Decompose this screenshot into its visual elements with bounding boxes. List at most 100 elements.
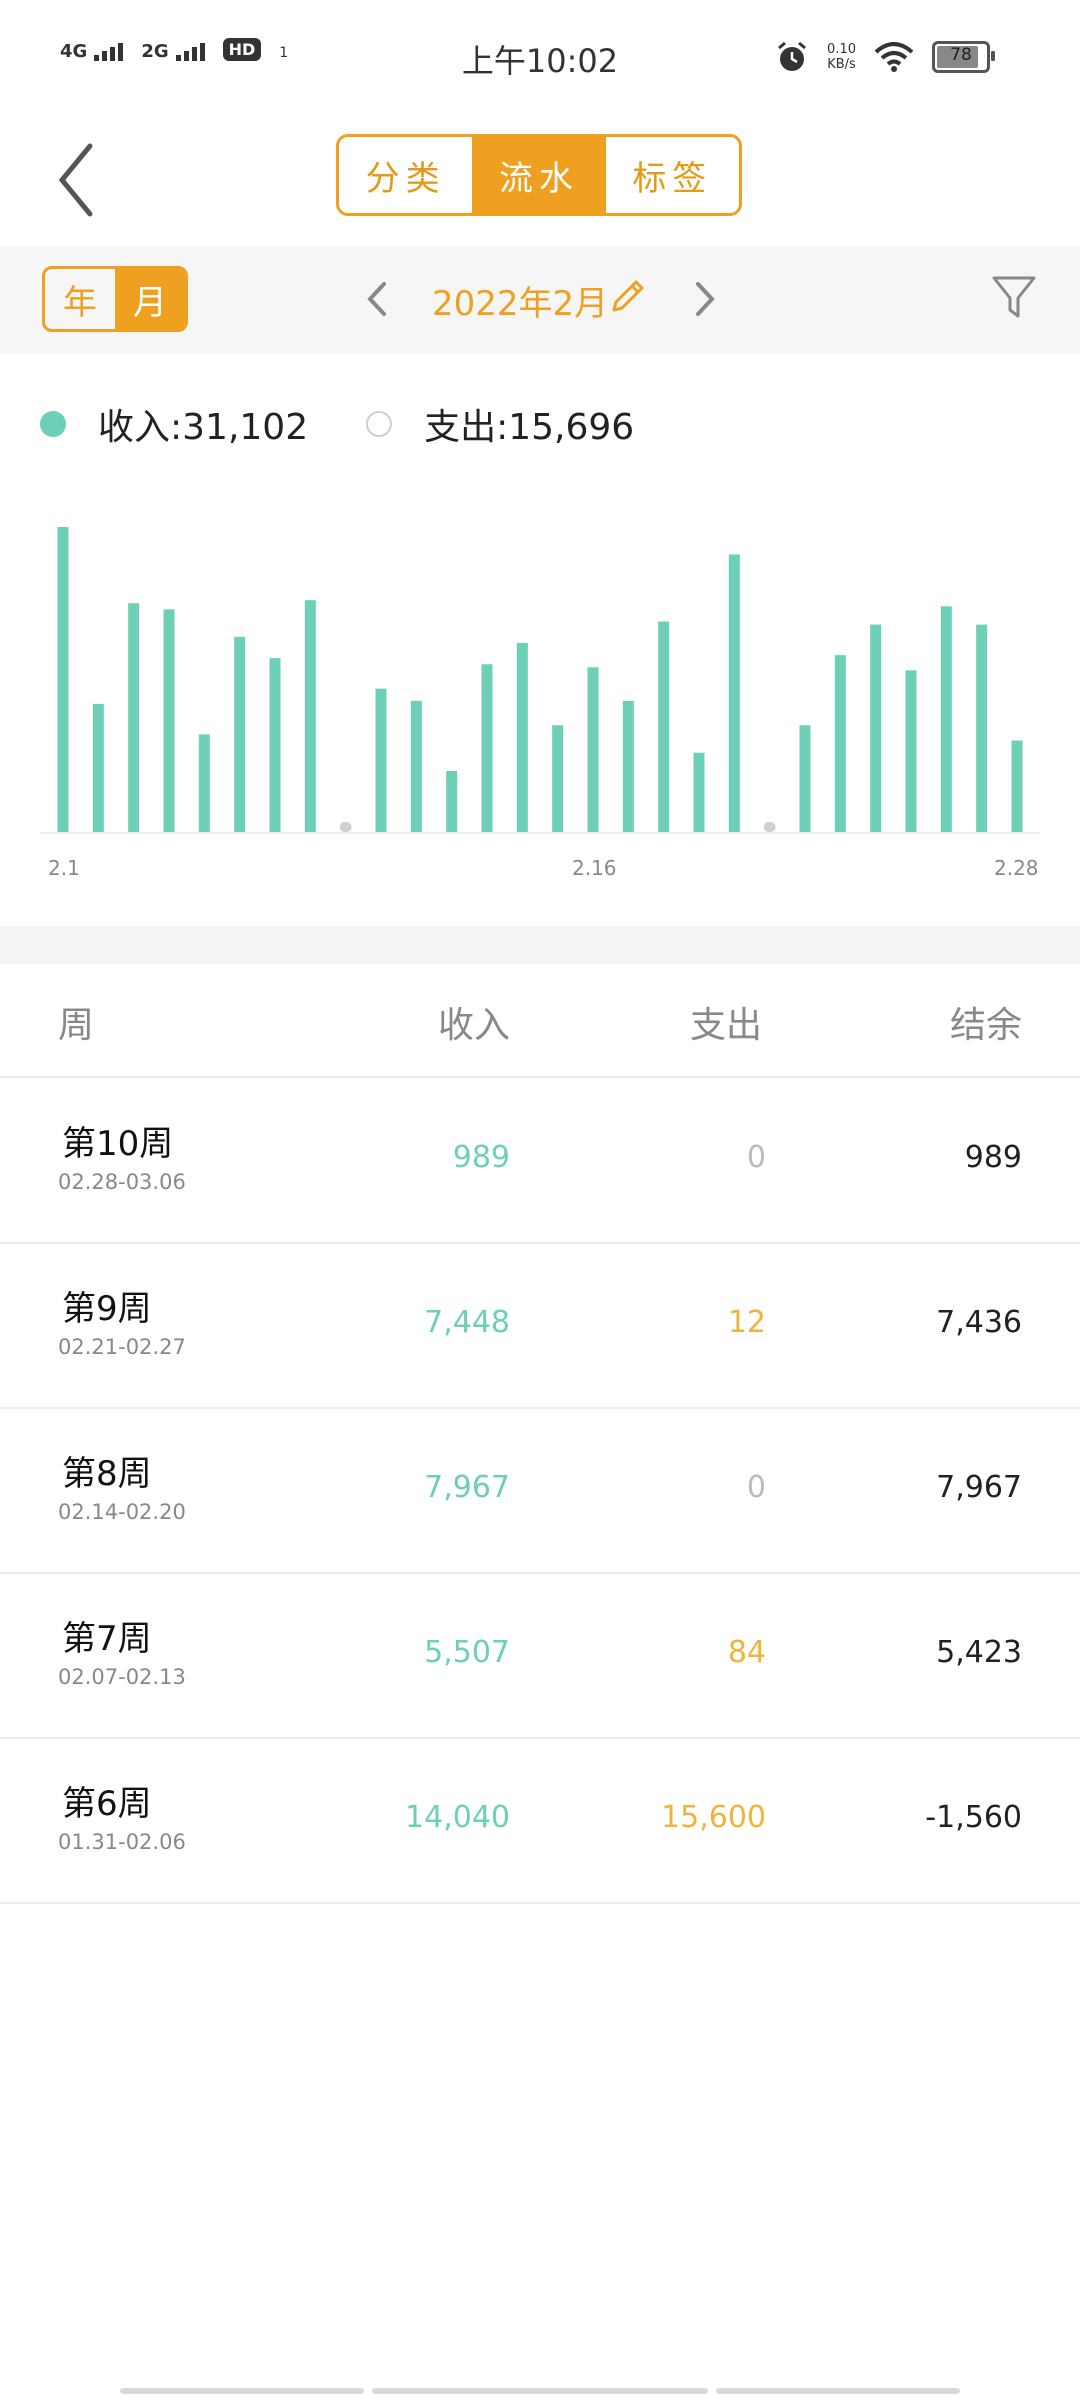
week-label: 第10周 [62,1124,174,1164]
header-balance[interactable]: 结余 [950,996,1022,1048]
chart-bar-2.10[interactable] [375,688,387,832]
section-divider [0,926,1080,964]
chart-bar-2.4[interactable] [163,609,175,832]
edit-pencil-icon[interactable] [606,274,650,318]
x-tick-label: 2.28 [994,856,1039,880]
week-range: 02.07-02.13 [58,1665,186,1689]
nav-indicator-center [372,2388,708,2394]
battery-icon: 78 [932,41,995,73]
header-expense[interactable]: 支出 [690,996,762,1048]
x-tick-label: 2.1 [48,856,80,880]
chart-bar-2.3[interactable] [128,603,140,832]
current-month-label[interactable]: 2022年2月 [432,276,608,325]
chart-bar-2.1[interactable] [57,527,69,832]
chart-bar-2.16[interactable] [587,667,599,832]
x-tick-label: 2.16 [572,856,617,880]
table-header: 周 收入 支出 结余 [0,964,1080,1078]
week-range: 02.14-02.20 [58,1500,186,1524]
income-value: 7,448 [424,1305,510,1340]
income-value: 7,967 [424,1470,510,1505]
chart-bar-2.13[interactable] [481,664,493,832]
status-bar: 4G 2G HD 1 上午10:02 0.10 KB/s 78 [0,0,1080,120]
week-label: 第7周 [62,1619,152,1659]
table-row[interactable]: 第8周 02.14-02.20 7,967 0 7,967 [0,1408,1080,1574]
speed-unit: KB/s [827,57,856,72]
chart-bar-2.28[interactable] [1011,740,1023,833]
header-week: 周 [58,1005,95,1046]
expense-value: 12 [727,1305,766,1340]
chart-bar-2.24[interactable] [870,624,882,832]
speed-value: 0.10 [827,42,856,57]
alarm-icon [778,41,807,71]
income-summary[interactable]: 收入:31,102 [40,398,308,450]
network-speed: 0.10 KB/s [827,42,856,72]
week-range: 02.28-03.06 [58,1170,186,1194]
chart-bar-2.15[interactable] [552,725,564,832]
chart-bar-2.12[interactable] [446,771,458,832]
wifi-icon [874,42,914,72]
expense-value: 0 [746,1470,766,1505]
table-row[interactable]: 第10周 02.28-03.06 989 0 989 [0,1078,1080,1244]
header-income[interactable]: 收入 [438,996,510,1048]
filter-funnel-icon[interactable] [990,272,1038,324]
income-value: 14,040 [405,1800,510,1835]
chart-bar-2.11[interactable] [410,700,422,832]
week-label: 第6周 [62,1784,152,1824]
nav-indicator-left [120,2388,364,2394]
chart-bar-2.26[interactable] [940,606,952,832]
expense-value: 84 [727,1635,766,1670]
next-month-chevron-icon[interactable] [690,276,720,322]
expense-value: 15,600 [661,1800,766,1835]
view-tabs: 分类 流水 标签 [336,134,742,216]
table-row[interactable]: 第7周 02.07-02.13 5,507 84 5,423 [0,1573,1080,1739]
week-label: 第9周 [62,1289,152,1329]
month-toggle[interactable]: 月 [115,269,185,329]
nav-indicator-right [716,2388,960,2394]
date-bar: 年 月 2022年2月 [0,246,1080,354]
chart-bar-2.27[interactable] [976,624,988,832]
week-range: 02.21-02.27 [58,1335,186,1359]
summary-legend: 收入:31,102 支出:15,696 [40,398,634,450]
balance-value: -1,560 [925,1800,1022,1835]
year-toggle[interactable]: 年 [45,269,115,329]
back-chevron-icon[interactable] [52,140,102,220]
balance-value: 7,967 [936,1470,1022,1505]
income-value: 5,507 [424,1635,510,1670]
balance-value: 5,423 [936,1635,1022,1670]
balance-value: 7,436 [936,1305,1022,1340]
chart-bar-2.8[interactable] [304,600,316,832]
expense-total: 支出:15,696 [424,407,635,448]
chart-bar-2.6[interactable] [234,636,246,832]
chart-bar-2.19[interactable] [693,752,705,832]
chart-bar-2.7[interactable] [269,658,281,832]
chart-bar-2.17[interactable] [622,700,634,832]
tab-category[interactable]: 分类 [339,137,472,213]
expense-summary[interactable]: 支出:15,696 [366,398,634,450]
expense-dot-icon [366,411,393,437]
balance-value: 989 [964,1140,1022,1175]
chart-bar-2.2[interactable] [92,703,104,832]
chart-bar-2.22[interactable] [799,725,811,832]
chart-bar-2.5[interactable] [198,734,210,832]
income-dot-icon [40,411,66,437]
chart-bar-2.18[interactable] [658,621,670,832]
status-right-group: 0.10 KB/s 78 [775,40,995,74]
table-row[interactable]: 第6周 01.31-02.06 14,040 15,600 -1,560 [0,1738,1080,1904]
week-range: 01.31-02.06 [58,1830,186,1854]
chart-bar-2.20[interactable] [728,554,740,832]
chart-bar-2.9[interactable] [339,822,352,832]
income-value: 989 [452,1140,510,1175]
prev-month-chevron-icon[interactable] [362,276,392,322]
battery-level: 78 [950,45,972,65]
table-row[interactable]: 第9周 02.21-02.27 7,448 12 7,436 [0,1243,1080,1409]
chart-bar-2.25[interactable] [905,670,917,832]
income-total: 收入:31,102 [98,407,309,448]
bar-chart-svg [40,527,1040,834]
tab-flow[interactable]: 流水 [472,137,606,213]
chart-bar-2.23[interactable] [834,655,846,832]
week-label: 第8周 [62,1454,152,1494]
chart-bar-2.14[interactable] [516,642,528,832]
expense-value: 0 [746,1140,766,1175]
chart-bar-2.21[interactable] [763,822,776,832]
tab-tags[interactable]: 标签 [606,137,739,213]
